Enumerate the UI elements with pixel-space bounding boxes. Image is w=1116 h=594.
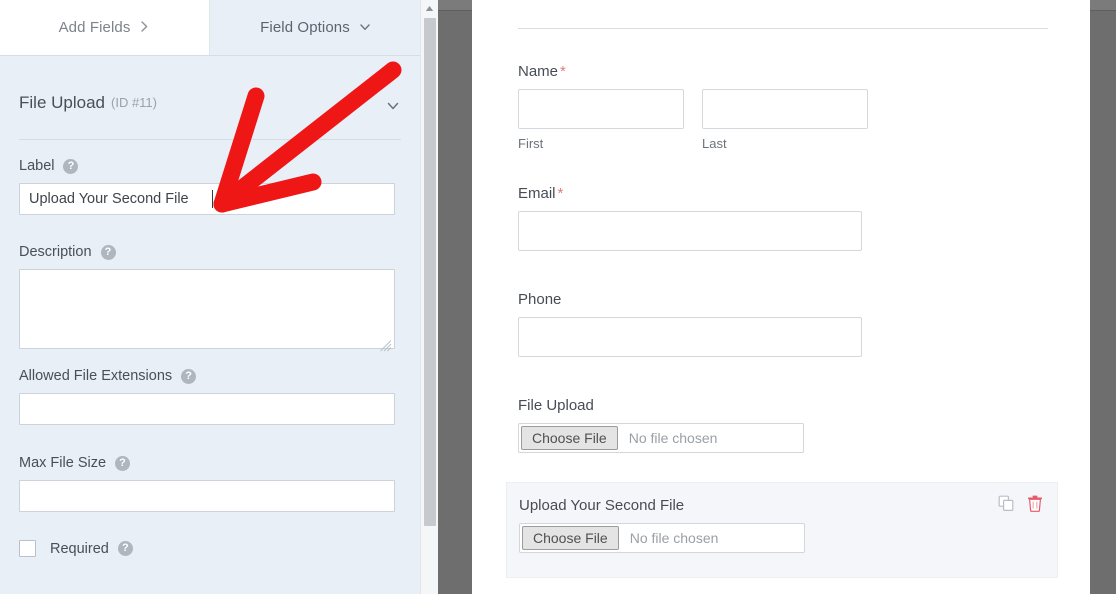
preview-field-file-upload-second-content: Upload Your Second File Choose File No f… xyxy=(519,497,805,553)
caret-up-icon[interactable] xyxy=(421,0,438,17)
question-mark-icon[interactable]: ? xyxy=(181,368,197,384)
allowed-file-extensions-input[interactable] xyxy=(19,393,395,425)
option-label-caption: Label ? xyxy=(19,158,395,174)
preview-field-file-upload-second-label: Upload Your Second File xyxy=(519,497,805,514)
option-required: Required ? xyxy=(19,540,133,557)
max-file-size-input[interactable] xyxy=(19,480,395,512)
required-asterisk: * xyxy=(557,185,564,202)
field-header-title: File Upload xyxy=(19,93,105,112)
name-first-sublabel: First xyxy=(518,136,544,151)
option-description: Description ? xyxy=(19,244,395,354)
choose-file-button[interactable]: Choose File xyxy=(521,426,618,450)
duplicate-icon[interactable] xyxy=(998,495,1015,517)
name-last-input[interactable] xyxy=(702,89,868,129)
preview-field-file-upload-text: File Upload xyxy=(518,397,594,414)
left-gutter xyxy=(438,0,472,594)
panel-scrollbar[interactable] xyxy=(420,0,438,594)
question-mark-icon[interactable]: ? xyxy=(115,455,131,471)
phone-input[interactable] xyxy=(518,317,862,357)
field-tools xyxy=(998,495,1043,517)
form-builder-screen: Add Fields Field Options File Upload (ID… xyxy=(0,0,1116,594)
required-asterisk: * xyxy=(560,63,566,80)
question-mark-icon[interactable]: ? xyxy=(100,244,116,260)
right-gutter xyxy=(1090,0,1116,594)
preview-field-name: Name * First Last xyxy=(518,63,868,151)
required-checkbox[interactable] xyxy=(19,540,36,557)
gutter-cap xyxy=(438,0,472,11)
file-upload-widget[interactable]: Choose File No file chosen xyxy=(518,423,804,453)
label-input[interactable] xyxy=(19,183,395,215)
preview-field-email-label: Email * xyxy=(518,185,862,202)
name-first-input[interactable] xyxy=(518,89,684,129)
tab-add-fields[interactable]: Add Fields xyxy=(0,0,210,55)
chevron-right-icon xyxy=(139,21,150,32)
option-description-caption: Description ? xyxy=(19,244,395,260)
option-allowed-file-extensions: Allowed File Extensions ? xyxy=(19,368,395,425)
option-description-text: Description xyxy=(19,244,92,260)
name-subfield-row: First Last xyxy=(518,89,868,151)
preview-top-divider xyxy=(518,28,1048,29)
preview-field-phone: Phone xyxy=(518,291,862,357)
chevron-down-icon xyxy=(359,21,370,32)
question-mark-icon[interactable]: ? xyxy=(117,541,133,556)
file-status-text: No file chosen xyxy=(628,430,718,446)
field-header-id: (ID #11) xyxy=(111,95,157,110)
gutter-cap xyxy=(1090,0,1116,11)
preview-field-name-text: Name xyxy=(518,63,559,80)
name-last-sublabel: Last xyxy=(702,136,727,151)
file-status-text-second: No file chosen xyxy=(629,530,719,546)
preview-field-phone-label: Phone xyxy=(518,291,862,308)
tab-field-options[interactable]: Field Options xyxy=(210,0,420,55)
scrollbar-thumb[interactable] xyxy=(424,18,436,526)
option-allowed-file-extensions-caption: Allowed File Extensions ? xyxy=(19,368,395,384)
chevron-down-icon[interactable] xyxy=(385,98,401,114)
option-max-file-size-caption: Max File Size ? xyxy=(19,455,395,471)
preview-field-email-text: Email xyxy=(518,185,556,202)
field-options-panel: Add Fields Field Options File Upload (ID… xyxy=(0,0,420,594)
option-label: Label ? xyxy=(19,158,395,215)
question-mark-icon[interactable]: ? xyxy=(63,158,79,174)
preview-field-file-upload-label: File Upload xyxy=(518,397,804,414)
file-upload-widget-second[interactable]: Choose File No file chosen xyxy=(519,523,805,553)
text-caret xyxy=(212,190,213,208)
preview-field-file-upload-second[interactable]: Upload Your Second File Choose File No f… xyxy=(506,482,1058,578)
option-max-file-size: Max File Size ? xyxy=(19,455,395,512)
email-input[interactable] xyxy=(518,211,862,251)
name-first-column: First xyxy=(518,89,684,151)
tab-add-fields-label: Add Fields xyxy=(58,19,131,36)
name-last-column: Last xyxy=(702,89,868,151)
description-textarea[interactable] xyxy=(19,269,395,349)
form-preview-panel: Name * First Last Email * Phone File Upl… xyxy=(472,0,1090,594)
field-header[interactable]: File Upload (ID #11) xyxy=(19,92,401,140)
choose-file-button-second[interactable]: Choose File xyxy=(522,526,619,550)
preview-field-file-upload: File Upload Choose File No file chosen xyxy=(518,397,804,453)
preview-field-file-upload-second-text: Upload Your Second File xyxy=(519,497,685,514)
option-allowed-file-extensions-text: Allowed File Extensions xyxy=(19,368,173,384)
option-label-text: Label xyxy=(19,158,55,174)
trash-icon[interactable] xyxy=(1027,495,1043,517)
option-max-file-size-text: Max File Size xyxy=(19,455,107,471)
tab-field-options-label: Field Options xyxy=(260,19,350,36)
builder-tabs: Add Fields Field Options xyxy=(0,0,420,56)
preview-field-name-label: Name * xyxy=(518,63,868,80)
preview-field-phone-text: Phone xyxy=(518,291,562,308)
preview-field-email: Email * xyxy=(518,185,862,251)
required-label: Required xyxy=(50,540,109,557)
